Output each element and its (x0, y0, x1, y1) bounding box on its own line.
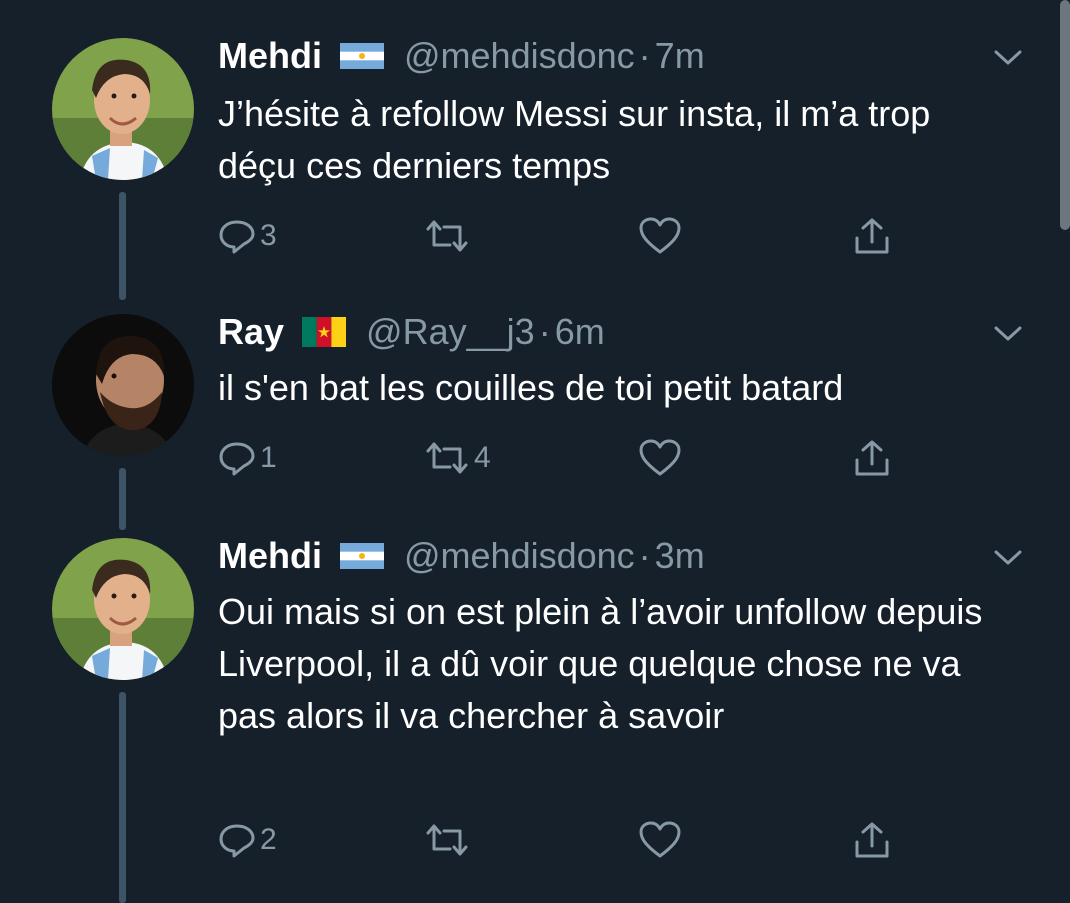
tweet-actions: 3 (218, 216, 1018, 256)
thread-connector-line (119, 692, 126, 903)
chevron-down-icon[interactable] (990, 546, 1026, 570)
tweet-header: Ray @Ray__j3 · 6m (218, 310, 605, 354)
reply-count: 3 (260, 219, 277, 252)
retweet-button[interactable] (424, 216, 474, 256)
retweet-button[interactable] (424, 820, 474, 860)
share-button[interactable] (852, 216, 892, 256)
tweet-text: Oui mais si on est plein à l’avoir unfol… (218, 591, 983, 736)
avatar[interactable] (52, 38, 194, 180)
display-name[interactable]: Ray (218, 310, 284, 354)
tweet-actions: 2 (218, 820, 1018, 860)
reply-button[interactable]: 3 (218, 216, 277, 256)
chevron-down-icon[interactable] (990, 46, 1026, 70)
like-button[interactable] (638, 820, 686, 860)
scrollbar[interactable] (1060, 0, 1070, 230)
heart-icon (639, 217, 681, 254)
conversation-thread: Mehdi @mehdisdonc · 7m J’hésite à refoll… (0, 0, 1070, 903)
retweet-button[interactable]: 4 (424, 438, 491, 478)
user-handle[interactable]: @mehdisdonc (404, 534, 635, 578)
user-handle[interactable]: @mehdisdonc (404, 34, 635, 78)
retweet-icon (426, 824, 468, 856)
separator-dot: · (638, 35, 651, 76)
retweet-count: 4 (474, 441, 491, 474)
reply-button[interactable]: 2 (218, 820, 277, 860)
reply-icon (219, 824, 255, 858)
heart-icon (639, 821, 681, 858)
share-button[interactable] (852, 438, 892, 478)
share-icon (855, 822, 889, 858)
timestamp[interactable]: 3m (655, 534, 705, 578)
reply-count: 1 (260, 441, 277, 474)
cameroon-flag-icon (302, 317, 347, 347)
avatar-mehdi-image (52, 38, 194, 180)
tweet-header: Mehdi @mehdisdonc · 3m (218, 534, 705, 578)
share-button[interactable] (852, 820, 892, 860)
reply-icon (219, 442, 255, 476)
display-name[interactable]: Mehdi (218, 34, 322, 78)
reply-count: 2 (260, 823, 277, 856)
separator-dot: · (538, 311, 551, 352)
user-handle[interactable]: @Ray__j3 (366, 310, 535, 354)
thread-connector-line (119, 468, 126, 530)
separator-dot: · (638, 535, 651, 576)
share-icon (855, 218, 889, 254)
avatar-ray-image (52, 314, 194, 456)
like-button[interactable] (638, 216, 686, 256)
reply-button[interactable]: 1 (218, 438, 277, 478)
avatar-mehdi-image (52, 538, 194, 680)
retweet-icon (426, 220, 468, 252)
share-icon (855, 440, 889, 476)
timestamp[interactable]: 6m (555, 310, 605, 354)
avatar[interactable] (52, 314, 194, 456)
timestamp[interactable]: 7m (655, 34, 705, 78)
retweet-icon (426, 442, 468, 474)
like-button[interactable] (638, 438, 686, 478)
argentina-flag-icon (340, 543, 384, 569)
tweet-text: il s'en bat les couilles de toi petit ba… (218, 367, 844, 408)
chevron-down-icon[interactable] (990, 322, 1026, 346)
argentina-flag-icon (340, 43, 384, 69)
tweet-text: J’hésite à refollow Messi sur insta, il … (218, 93, 931, 186)
thread-connector-line (119, 192, 126, 300)
reply-icon (219, 220, 255, 254)
avatar[interactable] (52, 538, 194, 680)
tweet-actions: 1 4 (218, 438, 1018, 478)
tweet-header: Mehdi @mehdisdonc · 7m (218, 34, 705, 78)
heart-icon (639, 439, 681, 476)
display-name[interactable]: Mehdi (218, 534, 322, 578)
